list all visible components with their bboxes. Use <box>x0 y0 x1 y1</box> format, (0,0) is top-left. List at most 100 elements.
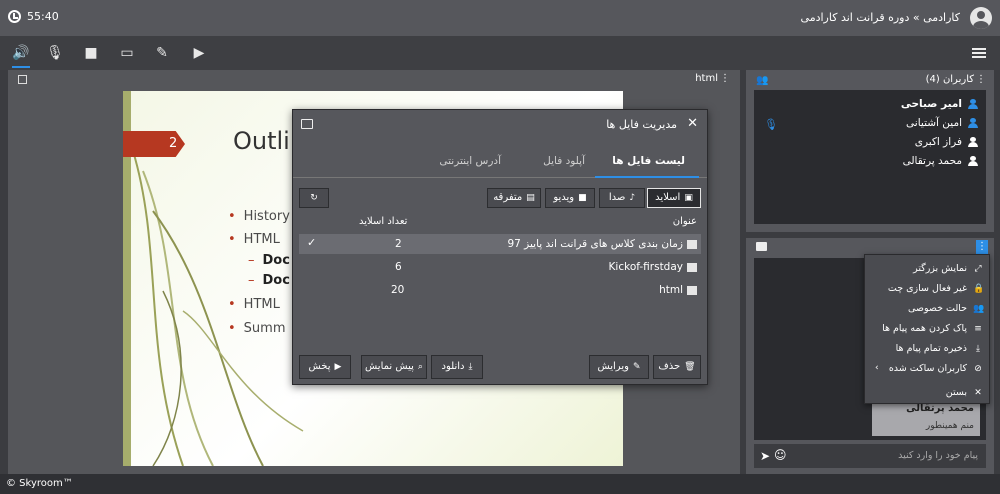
expand-icon: ⤢ <box>974 263 982 274</box>
chat-kebab-icon[interactable]: ⋮ <box>976 240 988 254</box>
person-icon <box>968 156 978 166</box>
video-icon: ■ <box>578 193 587 203</box>
table-row[interactable]: ✓ 2 زمان بندی کلاس های قرانت اند پاییز 9… <box>299 234 701 254</box>
refresh-button[interactable]: ↻ <box>299 188 329 208</box>
stage-header: html ⋮ <box>8 70 740 88</box>
row-name: زمان بندی کلاس های قرانت اند پاییز 97 <box>507 238 697 250</box>
chat-message: محمد پرتقالی منم همینطور <box>872 400 980 436</box>
file-manager-dialog: مدیریت فایل ها ✕ لیست فایل ها آپلود فایل… <box>292 109 708 385</box>
filter-slide-button[interactable]: اسلاید ▣ <box>647 188 701 208</box>
group-icon: 👥 <box>756 75 769 86</box>
block-icon: ⊘ <box>974 363 982 374</box>
slide-sub-bullet: – Doc <box>248 273 290 288</box>
brush-icon[interactable]: ✎ <box>153 44 171 62</box>
column-header-count: تعداد اسلاید <box>359 216 408 227</box>
speaker-icon[interactable]: 🔊 <box>12 44 30 68</box>
slide-bullet: • Summ <box>228 321 286 336</box>
message-sender: محمد پرتقالی <box>906 403 974 414</box>
menu-item-private-mode[interactable]: حالت خصوصی 👥 <box>908 303 985 314</box>
top-bar: 55:40 کارادمی » دوره قرانت اند کارادمی <box>0 0 1000 36</box>
row-count: 20 <box>391 284 405 296</box>
users-panel-title: کاربران (4) <box>925 74 974 85</box>
menu-item-disable-chat[interactable]: غیر فعال سازی چت 🔒 <box>888 283 985 294</box>
chevron-left-icon: ‹ <box>875 363 879 373</box>
menu-item-clear-messages[interactable]: پاک کردن همه پیام ها ≡ <box>882 323 983 334</box>
status-bar: © Skyroom™ <box>0 474 1000 494</box>
tab-upload-file[interactable]: آپلود فایل <box>543 155 585 167</box>
table-row[interactable]: 20 html <box>299 280 701 300</box>
slide-sub-bullet: – Doc <box>248 253 290 268</box>
chat-options-menu: نمایش بزرگتر ⤢ غیر فعال سازی چت 🔒 حالت خصو… <box>864 254 990 404</box>
close-icon: ✕ <box>974 387 982 398</box>
stage-kebab-icon[interactable]: ⋮ <box>720 73 730 84</box>
image-icon <box>687 285 697 295</box>
user-item[interactable]: امین آشتیانی <box>906 117 978 129</box>
timer-text: 55:40 <box>27 10 59 23</box>
dialog-header: مدیریت فایل ها ✕ <box>293 110 707 140</box>
menu-item-enlarge[interactable]: نمایش بزرگتر ⤢ <box>913 263 983 274</box>
menu-item-close[interactable]: بستن ✕ <box>946 387 983 398</box>
camera-icon[interactable]: ■ <box>82 44 100 62</box>
slide-bullet: • HTML <box>228 232 280 247</box>
users-list: امیر صباحی امین آشتیانی 🎙 فراز اکبری محم… <box>754 90 986 224</box>
slide-bullet: • HTML <box>228 297 280 312</box>
user-item[interactable]: امیر صباحی <box>901 98 978 110</box>
filter-video-button[interactable]: ویدیو ■ <box>545 188 595 208</box>
users-kebab-icon[interactable]: ⋮ <box>976 74 986 85</box>
chat-input[interactable]: ➤ ☺ پیام خود را وارد کنید <box>754 444 986 468</box>
tab-url[interactable]: آدرس اینترنتی <box>439 155 501 167</box>
filter-misc-button[interactable]: متفرقه ▤ <box>487 188 541 208</box>
person-icon <box>968 118 978 128</box>
mic-muted-icon[interactable]: 🎙 <box>46 44 64 62</box>
person-icon <box>968 137 978 147</box>
group-icon: 👥 <box>973 303 985 314</box>
stage-play-icon[interactable] <box>18 75 27 84</box>
session-timer: 55:40 <box>8 10 59 23</box>
delete-button[interactable]: حذف 🗑 <box>653 355 701 379</box>
menu-item-save-messages[interactable]: ذخیره تمام پیام ها ⤓ <box>896 343 983 354</box>
close-icon[interactable]: ✕ <box>687 116 698 131</box>
laptop-icon[interactable]: ▭ <box>118 44 136 62</box>
menu-item-muted-users[interactable]: کاربران ساکت شده ⊘ <box>889 363 983 374</box>
slide-number: 2 <box>123 131 185 157</box>
row-count: 2 <box>395 238 402 250</box>
image-icon <box>687 262 697 272</box>
hamburger-menu-icon[interactable] <box>972 48 986 58</box>
pencil-icon: ✎ <box>632 362 641 372</box>
play-icon: ▶ <box>334 362 342 372</box>
clock-icon <box>8 10 21 23</box>
tab-file-list[interactable]: لیست فایل ها <box>612 155 685 167</box>
play-box-icon[interactable]: ▶ <box>190 44 208 62</box>
person-icon <box>968 99 978 109</box>
play-button[interactable]: پخش ▶ <box>299 355 351 379</box>
file-icon: ▤ <box>526 193 535 203</box>
edit-button[interactable]: ویرایش ✎ <box>589 355 649 379</box>
user-item[interactable]: فراز اکبری <box>915 136 978 148</box>
image-icon <box>687 239 697 249</box>
room-title: کارادمی » دوره قرانت اند کارادمی <box>800 11 960 24</box>
avatar[interactable] <box>970 7 992 29</box>
slide-title: Outli <box>233 127 290 155</box>
emoji-icon[interactable]: ☺ <box>774 448 787 462</box>
dialog-tabs: لیست فایل ها آپلود فایل آدرس اینترنتی <box>293 150 707 178</box>
filter-audio-button[interactable]: صدا ♪ <box>599 188 645 208</box>
row-name: Kickof-firstday <box>609 261 697 273</box>
folder-icon[interactable] <box>301 119 313 129</box>
lock-icon: 🔒 <box>973 283 985 294</box>
image-icon: ▣ <box>684 193 693 203</box>
table-row[interactable]: 6 Kickof-firstday <box>299 257 701 277</box>
user-item[interactable]: محمد پرتقالی <box>903 155 978 167</box>
download-button[interactable]: دانلود ⤓ <box>431 355 483 379</box>
slide-bullet: • History <box>228 209 290 224</box>
row-count: 6 <box>395 261 402 273</box>
users-panel: 👥 کاربران (4) ⋮ امیر صباحی امین آشتیانی … <box>746 70 994 232</box>
toolbar: 🔊 🎙 ■ ▭ ✎ ▶ <box>0 36 1000 70</box>
chat-icon <box>756 242 767 251</box>
preview-button[interactable]: پیش نمایش ⌕ <box>361 355 427 379</box>
row-name: html <box>659 284 697 296</box>
tab-indicator <box>595 176 699 178</box>
send-icon[interactable]: ➤ <box>760 449 770 463</box>
brand-label: © Skyroom™ <box>6 478 73 489</box>
clear-icon: ≡ <box>974 323 982 334</box>
download-icon: ⤓ <box>468 362 473 372</box>
